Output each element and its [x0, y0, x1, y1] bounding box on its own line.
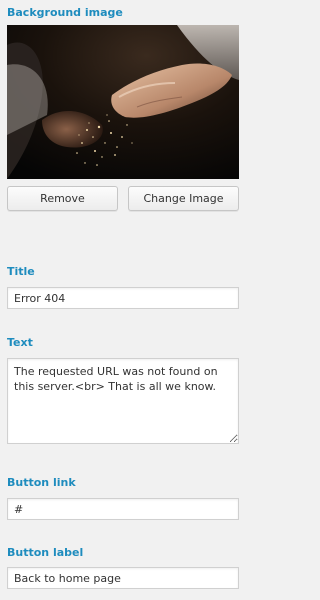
- remove-image-button[interactable]: Remove: [7, 186, 118, 211]
- title-label: Title: [7, 265, 35, 278]
- text-label: Text: [7, 336, 33, 349]
- background-image-preview: [7, 25, 239, 179]
- button-label-input[interactable]: [7, 567, 239, 589]
- text-textarea[interactable]: The requested URL was not found on this …: [7, 358, 239, 444]
- button-link-label: Button link: [7, 476, 76, 489]
- title-input[interactable]: [7, 287, 239, 309]
- button-link-input[interactable]: [7, 498, 239, 520]
- change-image-button[interactable]: Change Image: [128, 186, 239, 211]
- background-image-label: Background image: [7, 6, 123, 19]
- button-label-label: Button label: [7, 546, 84, 559]
